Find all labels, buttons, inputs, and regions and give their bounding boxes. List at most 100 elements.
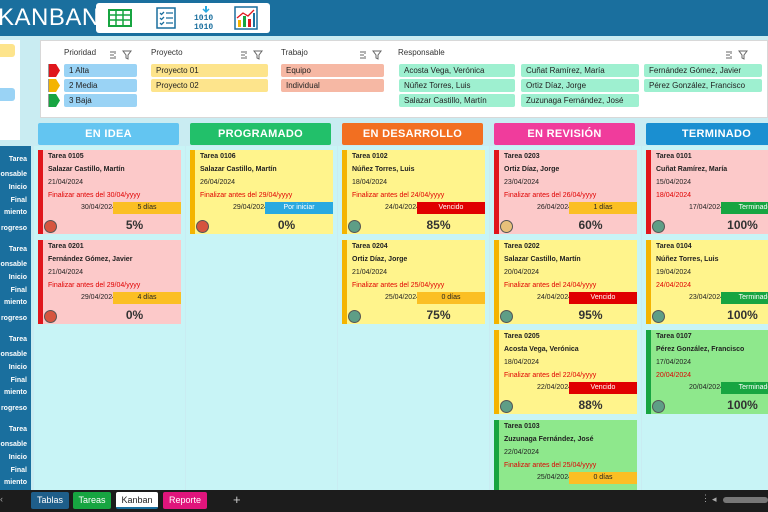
filter-label-prioridad: Prioridad — [64, 48, 97, 57]
filter-chip-responsable[interactable]: Cuñat Ramírez, María — [521, 64, 639, 77]
task-card[interactable]: Tarea 0105 Salazar Castillo, Martín 21/04/… — [38, 150, 181, 234]
task-progress: 85% — [426, 218, 451, 232]
task-card[interactable]: Tarea 0102 Núñez Torres, Luis 18/04/2024 Fi… — [342, 150, 485, 234]
priority-bar — [342, 150, 347, 234]
task-card[interactable]: Tarea 0107 Pérez González, Francisco 17/04… — [646, 330, 768, 414]
tab-reporte[interactable]: Reporte — [163, 492, 207, 509]
task-responsible: Núñez Torres, Luis — [352, 166, 415, 173]
horizontal-scrollbar[interactable] — [723, 497, 768, 503]
filter-chip-responsable[interactable]: Acosta Vega, Verónica — [399, 64, 515, 77]
filter-chip-responsable[interactable]: Fernández Gómez, Javier — [644, 64, 762, 77]
row-label: onsable — [0, 171, 27, 178]
priority-flag-low-icon — [48, 94, 60, 107]
priority-bar — [494, 240, 499, 324]
status-dot — [652, 310, 665, 323]
column-header-3[interactable]: EN REVISIÓN — [494, 123, 635, 145]
status-badge: 1 días — [569, 202, 637, 214]
task-id: Tarea 0204 — [352, 243, 388, 250]
task-card[interactable]: Tarea 0101 Cuñat Ramírez, María 15/04/2024… — [646, 150, 768, 234]
filter-chip-priority[interactable]: 3 Baja — [64, 94, 137, 107]
row-label: miento — [4, 389, 27, 396]
task-progress: 95% — [578, 308, 603, 322]
task-card[interactable]: Tarea 0202 Salazar Castillo, Martín 20/04/… — [494, 240, 637, 324]
filter-chip-responsable[interactable]: Pérez González, Francisco — [644, 79, 762, 92]
status-badge: Vencido — [569, 382, 637, 394]
task-start-date: 19/04/2024 — [656, 269, 692, 276]
filter-chip-responsable[interactable]: Zuzunaga Fernández, José — [521, 94, 639, 107]
title-bar: KANBAN 1010 1010 — [0, 0, 768, 36]
column-header-2[interactable]: EN DESARROLLO — [342, 123, 483, 145]
task-deadline: Finalizar antes del 25/04/yyyy — [504, 462, 597, 469]
kanban-board: Tarea onsable Inicio Final miento rogreso Tare… — [0, 122, 768, 504]
task-start-date: 21/04/2024 — [48, 269, 84, 276]
filter-label-proyecto: Proyecto — [151, 48, 183, 57]
task-card[interactable]: Tarea 0106 Salazar Castillo, Martín 26/04/… — [190, 150, 333, 234]
row-label: Tarea — [8, 426, 27, 433]
task-deadline: Finalizar antes del 30/04/yyyy — [48, 192, 141, 199]
task-id: Tarea 0107 — [656, 333, 692, 340]
row-label: Final — [10, 467, 27, 474]
priority-bar — [38, 240, 43, 324]
tab-tablas[interactable]: Tablas — [31, 492, 69, 509]
column-header-4[interactable]: TERMINADO — [646, 123, 768, 145]
filter-chip-priority[interactable]: 2 Media — [64, 79, 137, 92]
filter-chip-work[interactable]: Equipo — [281, 64, 384, 77]
more-options-icon[interactable]: ⋮ — [701, 493, 710, 504]
filter-chip-responsable[interactable]: Salazar Castillo, Martín — [399, 94, 515, 107]
filter-chip-priority[interactable]: 1 Alta — [64, 64, 137, 77]
task-responsible: Fernández Gómez, Javier — [48, 256, 133, 263]
task-responsible: Núñez Torres, Luis — [656, 256, 719, 263]
app-title: KANBAN — [0, 4, 100, 31]
task-id: Tarea 0104 — [656, 243, 692, 250]
task-responsible: Ortiz Díaz, Jorge — [352, 256, 408, 263]
row-label: Tarea — [8, 336, 27, 343]
task-deadline: Finalizar antes del 25/04/yyyy — [352, 282, 445, 289]
task-due-date: 24/04/2024 — [384, 204, 420, 211]
task-card[interactable]: Tarea 0201 Fernández Gómez, Javier 21/04/2… — [38, 240, 181, 324]
checklist-icon[interactable] — [154, 6, 178, 30]
filter-chip-project[interactable]: Proyecto 01 — [151, 64, 268, 77]
scroll-left-icon[interactable]: ◂ — [712, 494, 717, 505]
filter-chip-work[interactable]: Individual — [281, 79, 384, 92]
task-progress: 0% — [125, 308, 144, 322]
filter-icons[interactable] — [109, 47, 133, 60]
task-id: Tarea 0203 — [504, 153, 540, 160]
task-card[interactable]: Tarea 0205 Acosta Vega, Verónica 18/04/202… — [494, 330, 637, 414]
row-label-strip: Tarea onsable Inicio Final miento rogreso Tare… — [0, 146, 31, 502]
task-id: Tarea 0105 — [48, 153, 84, 160]
task-start-date: 20/04/2024 — [504, 269, 540, 276]
task-start-date: 17/04/2024 — [656, 359, 692, 366]
tab-kanban[interactable]: Kanban — [116, 492, 158, 509]
priority-bar — [646, 330, 651, 414]
filter-icons[interactable] — [725, 47, 749, 60]
task-responsible: Ortiz Díaz, Jorge — [504, 166, 560, 173]
filter-icons[interactable] — [240, 47, 264, 60]
add-sheet-button[interactable]: + — [233, 492, 241, 507]
filter-chip-project[interactable]: Proyecto 02 — [151, 79, 268, 92]
status-dot — [44, 220, 57, 233]
column-header-0[interactable]: EN IDEA — [38, 123, 179, 145]
filter-label-responsable: Responsable — [398, 48, 445, 57]
task-card[interactable]: Tarea 0104 Núñez Torres, Luis 19/04/2024 24… — [646, 240, 768, 324]
row-label: rogreso — [0, 315, 27, 322]
task-card[interactable]: Tarea 0203 Ortiz Díaz, Jorge 23/04/2024 Fin… — [494, 150, 637, 234]
priority-bar — [494, 330, 499, 414]
binary-data-icon[interactable]: 10101010 — [194, 6, 218, 30]
column-header-1[interactable]: PROGRAMADO — [190, 123, 331, 145]
task-deadline: 20/04/2024 — [656, 372, 692, 379]
row-label: miento — [4, 209, 27, 216]
bar-chart-icon[interactable] — [234, 6, 258, 30]
left-chip — [0, 44, 15, 57]
scroll-left-icon[interactable]: ‹ — [0, 494, 3, 504]
task-due-date: 25/04/2024 — [536, 474, 572, 481]
task-responsible: Pérez González, Francisco — [656, 346, 745, 353]
filter-chip-responsable[interactable]: Ortiz Díaz, Jorge — [521, 79, 639, 92]
task-deadline: Finalizar antes del 24/04/yyyy — [504, 282, 597, 289]
task-deadline: Finalizar antes del 29/04/yyyy — [48, 282, 141, 289]
table-grid-icon[interactable] — [108, 6, 132, 30]
tab-tareas[interactable]: Tareas — [73, 492, 111, 509]
task-deadline: Finalizar antes del 24/04/yyyy — [352, 192, 445, 199]
task-card[interactable]: Tarea 0204 Ortiz Díaz, Jorge 21/04/2024 Fin… — [342, 240, 485, 324]
filter-chip-responsable[interactable]: Núñez Torres, Luis — [399, 79, 515, 92]
filter-icons[interactable] — [359, 47, 383, 60]
